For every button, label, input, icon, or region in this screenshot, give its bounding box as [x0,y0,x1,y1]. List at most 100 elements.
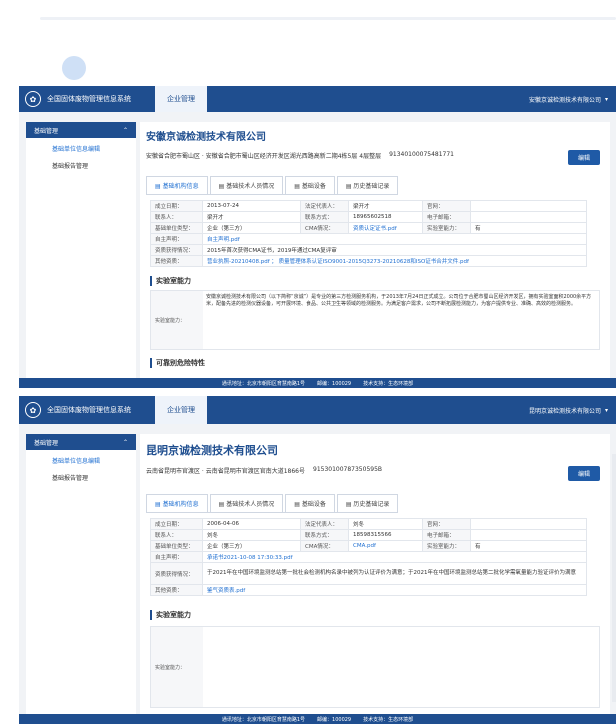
tab-icon: ▤ [294,183,300,190]
info-table: 成立日期： 2013-07-24 法定代表人： 梁开才 官网： 联系人： 梁开才… [150,200,587,267]
table-row: 成立日期： 2013-07-24 法定代表人： 梁开才 官网： [150,200,587,212]
label-cell: 自主声明： [150,551,203,563]
edit-button[interactable]: 编辑 [568,466,600,481]
value-cell: 有 [470,222,587,234]
tab-label: 基础设备 [301,183,326,190]
tab-label: 基础技术人员情况 [226,183,275,190]
value-cell: 于2021年在中国环境监测总站第一批社会检测机构名录中被列为认证评价为满意；于2… [202,562,587,585]
table-row: 自主声明： 自主声明.pdf [150,233,587,245]
tab-equipment[interactable]: ▤ 基础设备 [285,176,335,194]
footer-postcode: 邮编：100029 [317,716,352,723]
tab-bar: ▤ 基础机构信息 ▤ 基础技术人员情况 ▤ 基础设备 ▤ 历史基础记录 [146,176,399,195]
table-row: 资质获得情况： 于2021年在中国环境监测总站第一批社会检测机构名录中被列为认证… [150,562,587,585]
sidebar-item-report[interactable]: 基础报告管理 [26,467,136,484]
decorative-dot [62,56,86,80]
tab-label: 基础机构信息 [162,183,199,190]
lab-section-title: 实验室能力 [150,610,191,620]
lab-text: 安徽京诚检测技术有限公司（以下简称“京诚”）是专业的第三方检测服务机构，于201… [206,294,592,307]
app-header: ✿ 全国固体废物管理信息系统 企业管理 昆明京诚检测技术有限公司 ▾ [19,396,616,424]
value-cell: 企业（第三方） [202,222,301,234]
company-address: 云南省昆明市官渡区 · 云南省昆明市官渡区官南大道1866号 [146,468,305,475]
tab-label: 历史基础记录 [353,501,390,508]
tab-staff[interactable]: ▤ 基础技术人员情况 [209,494,284,512]
top-bar-fragment [40,17,616,20]
scrollbar[interactable] [612,454,616,702]
sidebar-item-unit-info[interactable]: 基础单位信息编辑 [26,138,136,155]
label-cell: 实验室能力： [422,540,471,552]
value-cell: 18965602518 [348,211,423,223]
tab-equipment[interactable]: ▤ 基础设备 [285,494,335,512]
tab-basic-info[interactable]: ▤ 基础机构信息 [146,176,208,194]
company-address-line: 安徽省合肥市蜀山区 · 安徽省合肥市蜀山区经济开发区湖光西路高新二期4栋5层 4… [140,143,610,160]
label-cell: 基础单位类型： [150,540,203,552]
sidebar-item-unit-info[interactable]: 基础单位信息编辑 [26,450,136,467]
other-qual-link[interactable]: 鉴气资质表.pdf [202,584,587,596]
self-statement-link[interactable]: 承诺书2021-10-08 17:30:33.pdf [202,551,587,563]
tab-staff[interactable]: ▤ 基础技术人员情况 [209,176,284,194]
self-statement-link[interactable]: 自主声明.pdf [202,233,587,245]
value-cell: 刘冬 [348,518,423,530]
chevron-down-icon: ▾ [604,95,608,103]
value-cell [470,200,587,212]
label-cell: 资质获得情况： [150,244,203,256]
tab-icon: ▤ [345,501,352,508]
credit-code: 91340100075481771 [389,151,454,158]
cma-file-link[interactable]: 资质认定证书.pdf [348,222,423,234]
chevron-down-icon: ▾ [604,406,608,414]
label-cell: 联系人： [150,529,203,541]
lab-label: 实验室能力： [151,291,203,349]
label-cell: 实验室能力： [422,222,471,234]
footer-address: 通讯地址：北京市朝阳区育慧南路1号 [221,380,306,387]
sidebar-heading[interactable]: 基础管理 ⌃ [26,434,136,450]
tab-icon: ▤ [155,501,161,508]
value-cell: 2006-04-06 [202,518,301,530]
tab-history[interactable]: ▤ 历史基础记录 [336,176,399,194]
tab-history[interactable]: ▤ 历史基础记录 [336,494,399,512]
label-cell: 电子邮箱： [422,529,471,541]
table-row: 基础单位类型： 企业（第三方） CMA情况： CMA.pdf 实验室能力： 有 [150,540,587,552]
sidebar-heading[interactable]: 基础管理 ⌃ [26,122,136,138]
label-cell: 法定代表人： [300,518,349,530]
table-row: 其他资质： 鉴气资质表.pdf [150,584,587,596]
label-cell: 联系方式： [300,529,349,541]
label-cell: 联系人： [150,211,203,223]
app-header: ✿ 全国固体废物管理信息系统 企业管理 安徽京诚检测技术有限公司 ▾ [19,86,616,112]
edit-button[interactable]: 编辑 [568,150,600,165]
footer-postcode: 邮编：100029 [317,380,352,387]
value-cell: 刘冬 [202,529,301,541]
value-cell: 梁开才 [202,211,301,223]
sidebar-item-report[interactable]: 基础报告管理 [26,155,136,172]
company-menu[interactable]: 昆明京诚检测技术有限公司 ▾ [529,396,608,424]
label-cell: 电子邮箱： [422,211,471,223]
tab-icon: ▤ [218,183,225,190]
cma-file-link[interactable]: CMA.pdf [348,540,423,552]
nav-tab-enterprise[interactable]: 企业管理 [155,86,207,112]
label-cell: 官网： [422,518,471,530]
lab-text [203,627,599,707]
nav-tab-enterprise[interactable]: 企业管理 [155,396,207,424]
footer-tech: 技术支持：生态环境部 [363,380,414,387]
credit-code: 91530100787350595B [313,466,383,473]
table-row: 成立日期： 2006-04-06 法定代表人： 刘冬 官网： [150,518,587,530]
label-cell: CMA情况： [300,540,349,552]
app-body: 基础管理 ⌃ 基础单位信息编辑 基础报告管理 昆明京诚检测技术有限公司 云南省昆… [19,424,616,714]
label-cell: 其他资质： [150,255,203,267]
label-cell: 自主声明： [150,233,203,245]
collapse-icon: ⌃ [122,126,128,134]
other-qual-link[interactable]: 营业执照-20210408.pdf ； 质量管理体系认证ISO9001-2015… [202,255,587,267]
screenshot-anhui: ✿ 全国固体废物管理信息系统 企业管理 安徽京诚检测技术有限公司 ▾ 基础管理 … [19,86,616,388]
tab-label: 基础设备 [301,501,326,508]
label-cell: 成立日期： [150,518,203,530]
tab-basic-info[interactable]: ▤ 基础机构信息 [146,494,208,512]
value-cell: 18598315566 [348,529,423,541]
company-menu-label: 昆明京诚检测技术有限公司 [528,407,601,415]
tab-bar: ▤ 基础机构信息 ▤ 基础技术人员情况 ▤ 基础设备 ▤ 历史基础记录 [146,494,399,513]
label-cell: 官网： [422,200,471,212]
label-cell: 资质获得情况： [150,562,203,585]
risk-section-title: 可靠别危险特性 [150,358,205,368]
sidebar: 基础管理 ⌃ 基础单位信息编辑 基础报告管理 [26,122,136,378]
label-cell: 法定代表人： [300,200,349,212]
company-menu[interactable]: 安徽京诚检测技术有限公司 ▾ [529,86,608,112]
sidebar-heading-label: 基础管理 [34,439,59,447]
logo-icon: ✿ [25,91,41,107]
